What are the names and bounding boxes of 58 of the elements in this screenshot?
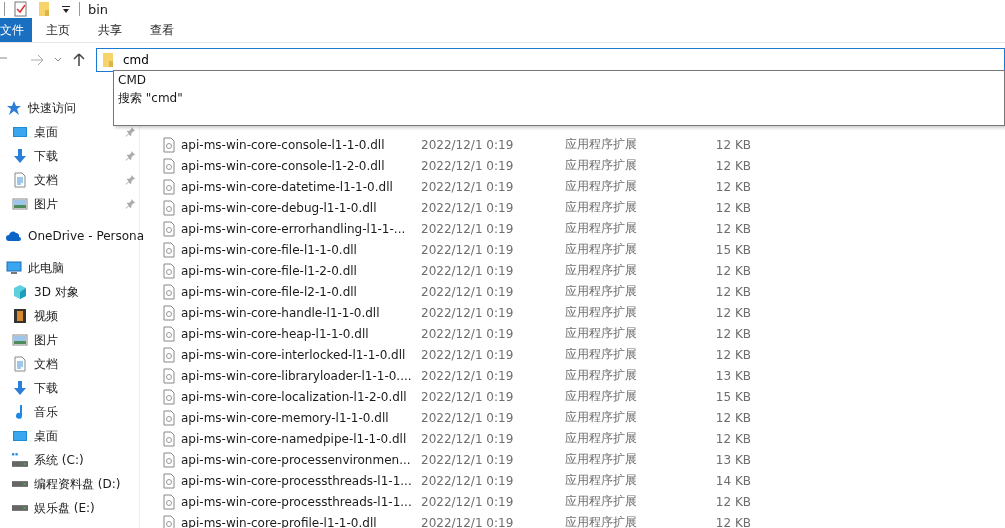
modified-date: 2022/12/1 0:19 — [421, 389, 515, 404]
modified-date: 2022/12/1 0:19 — [421, 473, 515, 488]
modified-date: 2022/12/1 0:19 — [421, 242, 515, 257]
modified-date: 2022/12/1 0:19 — [421, 200, 515, 215]
modified-date: 2022/12/1 0:19 — [421, 431, 515, 446]
file-type: 应用程序扩展 — [565, 388, 638, 405]
file-type: 应用程序扩展 — [565, 409, 638, 426]
file-size: 12 KB — [714, 284, 751, 299]
modified-date: 2022/12/1 0:19 — [421, 410, 515, 425]
file-type: 应用程序扩展 — [565, 367, 638, 384]
file-type: 应用程序扩展 — [565, 493, 638, 510]
modified-date: 2022/12/1 0:19 — [421, 368, 515, 383]
file-size: 13 KB — [714, 368, 751, 383]
file-size: 12 KB — [714, 431, 751, 446]
file-size: 12 KB — [714, 263, 751, 278]
file-type: 应用程序扩展 — [565, 514, 638, 528]
modified-date: 2022/12/1 0:19 — [421, 284, 515, 299]
modified-date: 2022/12/1 0:19 — [421, 347, 515, 362]
modified-date: 2022/12/1 0:19 — [421, 515, 515, 528]
file-size: 14 KB — [714, 473, 751, 488]
file-type: 应用程序扩展 — [565, 241, 638, 258]
file-size: 13 KB — [714, 452, 751, 467]
modified-date: 2022/12/1 0:19 — [421, 137, 515, 152]
modified-date: 2022/12/1 0:19 — [421, 305, 515, 320]
modified-date: 2022/12/1 0:19 — [421, 158, 515, 173]
file-size: 12 KB — [714, 137, 751, 152]
file-type: 应用程序扩展 — [565, 451, 638, 468]
file-size: 15 KB — [714, 389, 751, 404]
file-size: 12 KB — [714, 221, 751, 236]
window-title: bin — [88, 1, 109, 17]
modified-date: 2022/12/1 0:19 — [421, 179, 515, 194]
file-size: 12 KB — [714, 158, 751, 173]
modified-date: 2022/12/1 0:19 — [421, 452, 515, 467]
file-size: 12 KB — [714, 347, 751, 362]
modified-date: 2022/12/1 0:19 — [421, 326, 515, 341]
modified-date: 2022/12/1 0:19 — [421, 494, 515, 509]
file-type: 应用程序扩展 — [565, 430, 638, 447]
file-type: 应用程序扩展 — [565, 220, 638, 237]
file-type: 应用程序扩展 — [565, 346, 638, 363]
file-size: 15 KB — [714, 242, 751, 257]
file-size: 12 KB — [714, 494, 751, 509]
file-size: 12 KB — [714, 179, 751, 194]
file-type: 应用程序扩展 — [565, 178, 638, 195]
file-type: 应用程序扩展 — [565, 262, 638, 279]
file-type: 应用程序扩展 — [565, 157, 638, 174]
file-type: 应用程序扩展 — [565, 136, 638, 153]
file-size: 12 KB — [714, 305, 751, 320]
file-type: 应用程序扩展 — [565, 472, 638, 489]
file-size: 12 KB — [714, 515, 751, 528]
file-size: 12 KB — [714, 410, 751, 425]
modified-date: 2022/12/1 0:19 — [421, 263, 515, 278]
file-type: 应用程序扩展 — [565, 199, 638, 216]
file-size: 12 KB — [714, 200, 751, 215]
file-size: 12 KB — [714, 326, 751, 341]
file-type: 应用程序扩展 — [565, 325, 638, 342]
modified-date: 2022/12/1 0:19 — [421, 221, 515, 236]
file-type: 应用程序扩展 — [565, 283, 638, 300]
file-type: 应用程序扩展 — [565, 304, 638, 321]
